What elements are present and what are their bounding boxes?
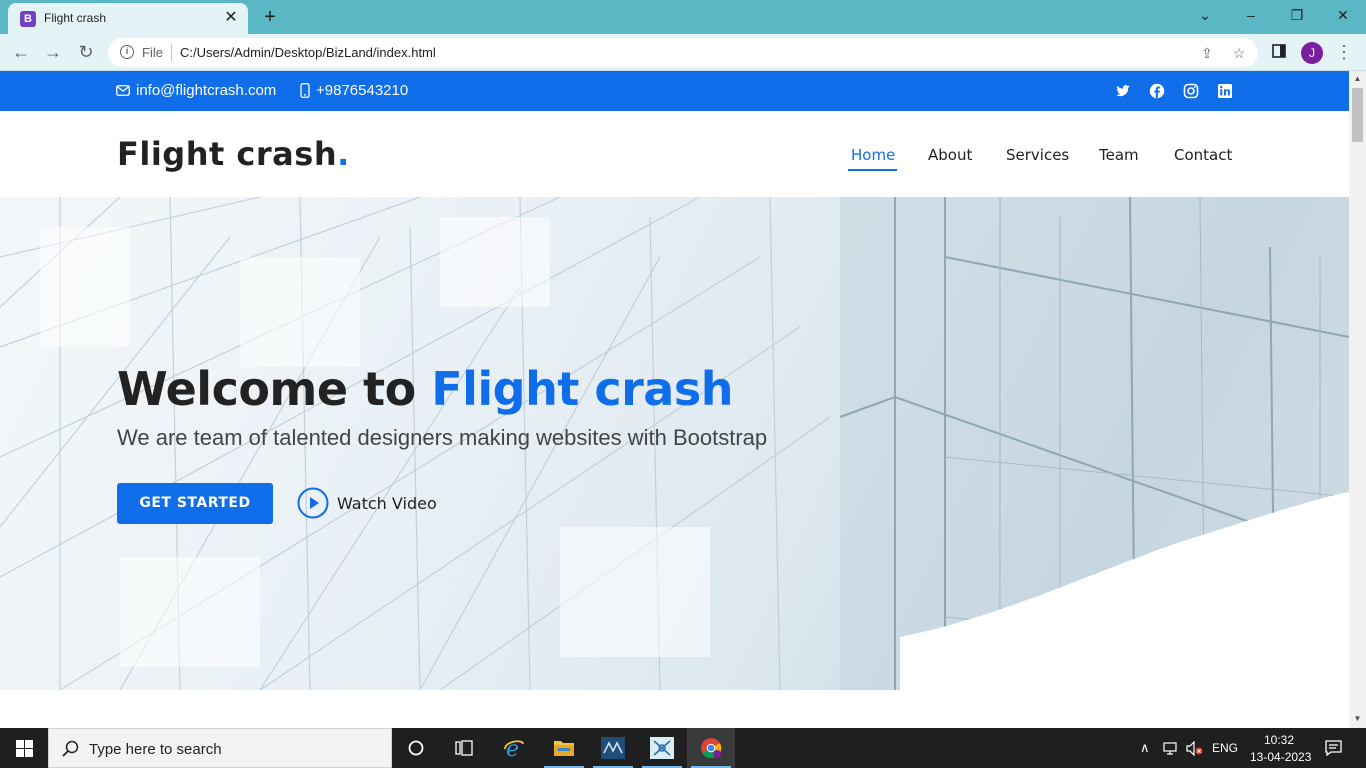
logo-dot: . <box>337 135 350 173</box>
back-button[interactable]: ← <box>8 40 34 66</box>
facebook-icon[interactable] <box>1149 83 1165 99</box>
task-view-icon[interactable] <box>440 728 488 768</box>
site-info-icon[interactable]: i <box>120 45 134 59</box>
volume-muted-icon[interactable] <box>1186 741 1204 756</box>
tab-close-icon[interactable]: ✕ <box>222 9 240 27</box>
phone-icon <box>300 83 310 98</box>
browser-toolbar: ← → ↻ i File C:/Users/Admin/Desktop/BizL… <box>0 34 1366 71</box>
notification-center-icon[interactable] <box>1325 740 1342 756</box>
restore-button[interactable]: ❐ <box>1274 4 1320 28</box>
language-indicator[interactable]: ENG <box>1212 741 1238 755</box>
topbar-email-text: info@flightcrash.com <box>136 82 277 99</box>
hero-title-accent: Flight crash <box>431 362 733 416</box>
watch-video-link[interactable]: Watch Video <box>297 487 437 519</box>
windows-logo-icon <box>16 740 33 757</box>
scrollbar-thumb[interactable] <box>1352 88 1363 142</box>
site-logo[interactable]: Flight crash. <box>117 135 350 173</box>
address-bar[interactable]: i File C:/Users/Admin/Desktop/BizLand/in… <box>108 38 1258 67</box>
twitter-icon[interactable] <box>1115 83 1131 99</box>
minimize-button[interactable]: – <box>1228 4 1274 28</box>
address-scheme: File <box>142 45 163 60</box>
network-icon[interactable] <box>1163 741 1181 756</box>
address-url[interactable]: C:/Users/Admin/Desktop/BizLand/index.htm… <box>180 45 436 60</box>
search-placeholder: Type here to search <box>89 741 222 758</box>
nav-active-indicator <box>848 169 897 171</box>
envelope-icon <box>116 85 130 96</box>
hero-title-prefix: Welcome to <box>117 362 432 416</box>
site-header: Flight crash. Home About Services Team C… <box>0 111 1349 197</box>
clock-date[interactable]: 13-04-2023 <box>1250 750 1311 764</box>
instagram-icon[interactable] <box>1183 83 1199 99</box>
nav-about[interactable]: About <box>928 146 972 164</box>
search-icon <box>62 740 79 757</box>
side-panel-icon[interactable] <box>1266 40 1292 66</box>
page-viewport: info@flightcrash.com +9876543210 Flight … <box>0 71 1349 728</box>
nav-services[interactable]: Services <box>1006 146 1069 164</box>
nav-contact[interactable]: Contact <box>1174 146 1232 164</box>
topbar-phone-text: +9876543210 <box>316 82 409 99</box>
tab-title: Flight crash <box>44 11 107 25</box>
nav-home[interactable]: Home <box>851 146 895 164</box>
chrome-icon[interactable] <box>687 728 735 768</box>
show-hidden-icons-chevron-icon[interactable]: ∧ <box>1140 740 1150 756</box>
forward-button[interactable]: → <box>40 40 66 66</box>
snipping-icon[interactable] <box>638 728 686 768</box>
svg-text:e: e <box>506 737 519 759</box>
browser-tab[interactable]: B Flight crash ✕ <box>8 3 248 34</box>
clock-time[interactable]: 10:32 <box>1264 733 1294 747</box>
watch-video-label: Watch Video <box>337 493 437 513</box>
taskbar-search[interactable]: Type here to search <box>48 728 392 768</box>
tab-search-chevron-icon[interactable]: ⌄ <box>1182 4 1228 28</box>
page-scrollbar[interactable]: ▲ ▼ <box>1349 71 1366 728</box>
hero-title: Welcome to Flight crash <box>117 362 733 416</box>
profile-avatar[interactable]: J <box>1301 42 1323 64</box>
cortana-icon[interactable] <box>392 728 440 768</box>
new-tab-button[interactable]: + <box>258 6 282 30</box>
scroll-down-arrow-icon[interactable]: ▼ <box>1349 712 1366 726</box>
close-window-button[interactable]: ✕ <box>1320 4 1366 28</box>
windows-taskbar: Type here to search e ∧ ENG 10:32 13-04-… <box>0 728 1366 768</box>
internet-explorer-icon[interactable]: e <box>490 728 538 768</box>
get-started-button[interactable]: GET STARTED <box>117 483 273 524</box>
chrome-menu-icon[interactable]: ⋮ <box>1331 40 1357 66</box>
logo-text: Flight crash <box>117 135 338 173</box>
file-explorer-icon[interactable] <box>540 728 588 768</box>
topbar-phone[interactable]: +9876543210 <box>300 82 408 99</box>
hero-section: Welcome to Flight crash We are team of t… <box>0 197 1349 690</box>
scroll-up-arrow-icon[interactable]: ▲ <box>1349 72 1366 86</box>
hero-subtitle: We are team of talented designers making… <box>117 425 768 450</box>
address-divider <box>171 44 172 61</box>
browser-tab-strip: B Flight crash ✕ + ⌄ – ❐ ✕ <box>0 0 1366 34</box>
mysql-workbench-icon[interactable] <box>589 728 637 768</box>
linkedin-icon[interactable] <box>1217 83 1233 99</box>
topbar-email[interactable]: info@flightcrash.com <box>116 82 276 99</box>
bootstrap-favicon-icon: B <box>20 11 36 27</box>
reload-button[interactable]: ↻ <box>73 40 99 66</box>
share-icon[interactable]: ⇪ <box>1196 42 1218 64</box>
nav-team[interactable]: Team <box>1099 146 1139 164</box>
contact-topbar: info@flightcrash.com +9876543210 <box>0 71 1349 111</box>
start-button[interactable] <box>0 728 48 768</box>
play-circle-icon <box>297 487 329 519</box>
bookmark-star-icon[interactable]: ☆ <box>1228 42 1250 64</box>
